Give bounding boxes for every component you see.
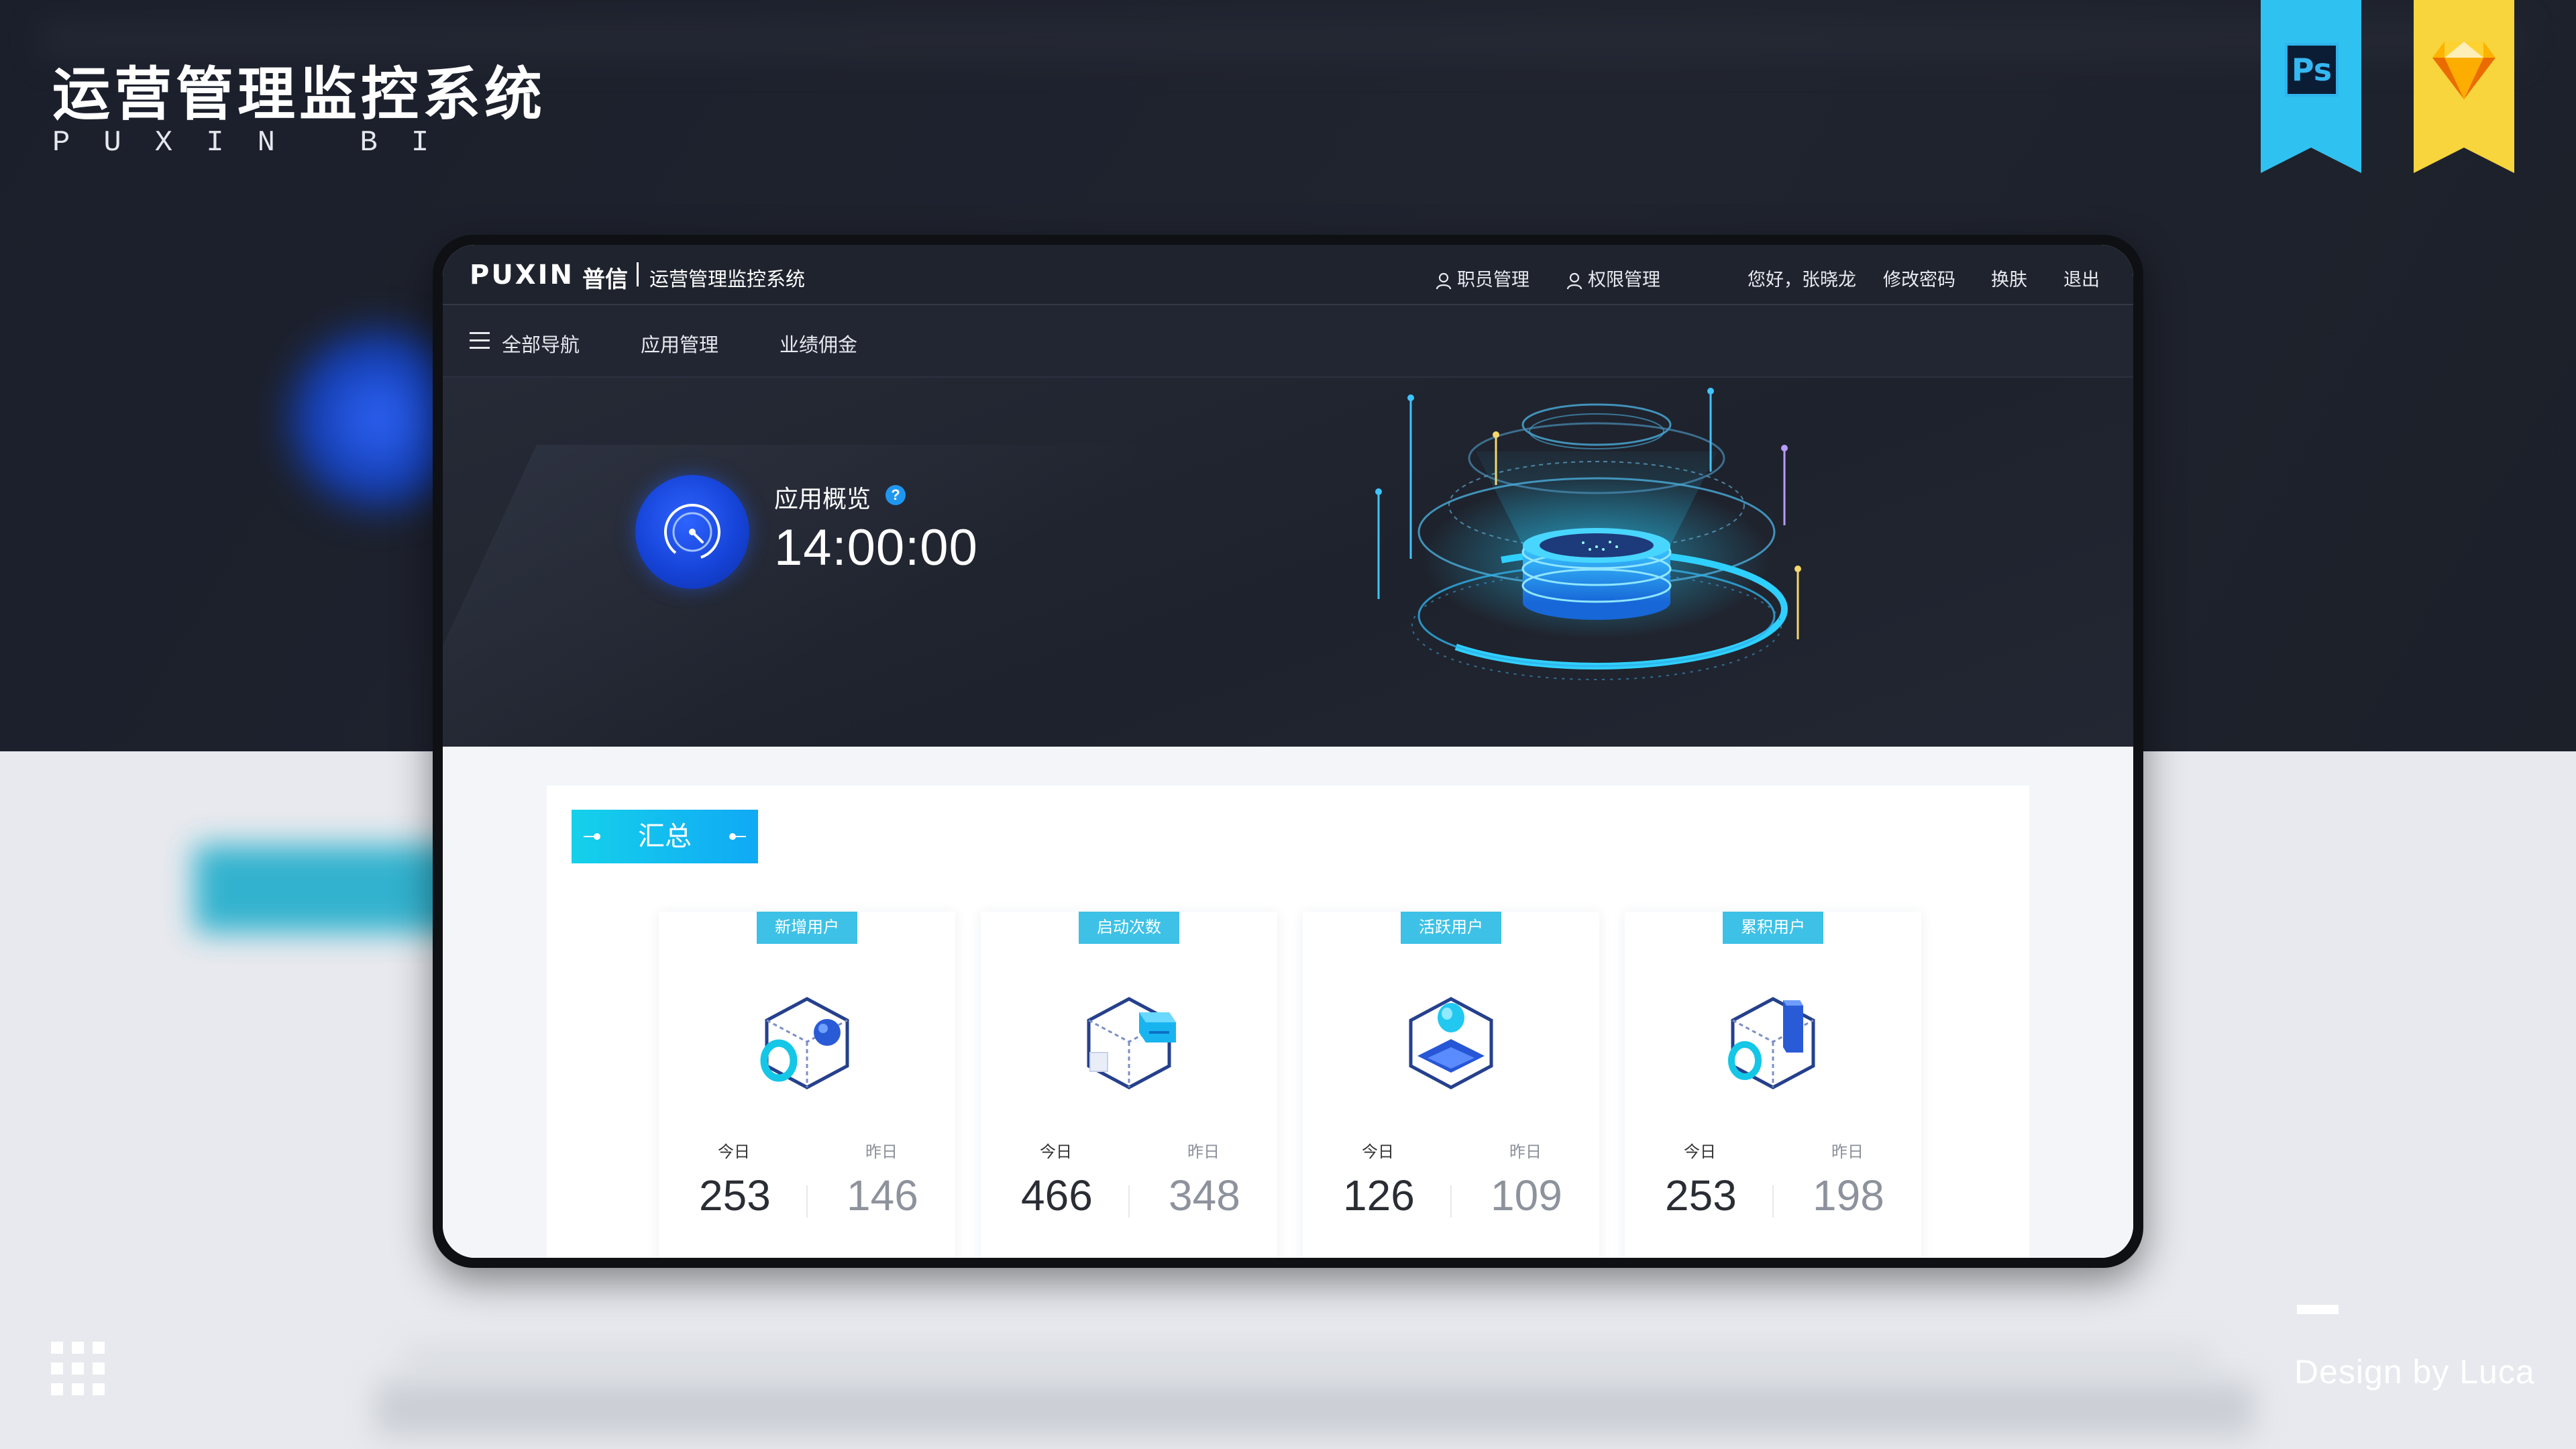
card-title: 活跃用户 [1401, 912, 1501, 944]
photoshop-icon: Ps [2285, 43, 2339, 97]
gauge-icon [664, 504, 720, 560]
yesterday-label: 昨日 [1509, 1143, 1542, 1161]
sketch-ribbon [2414, 0, 2514, 173]
logo-divider [637, 262, 639, 286]
summary-tab[interactable]: 汇总 [572, 810, 758, 863]
main-nav: 全部导航 应用管理 业绩佣金 [443, 305, 2133, 378]
user-greeting: 您好，张晓龙 [1748, 270, 1856, 290]
user-icon [1436, 272, 1452, 290]
today-value: 253 [1665, 1171, 1737, 1220]
overview-clock: 14:00:00 [774, 519, 978, 576]
system-name: 运营管理监控系统 [649, 269, 806, 290]
card-title: 新增用户 [757, 912, 857, 944]
value-divider [1128, 1185, 1130, 1218]
stat-card-launches[interactable]: 启动次数 今日 昨日 466 348 [981, 912, 1277, 1258]
stat-card-total-users[interactable]: 累积用户 今日 昨日 253 198 [1625, 912, 1921, 1258]
nav-commission[interactable]: 业绩佣金 [780, 329, 857, 358]
puxin-logo-cn: 普信 [582, 267, 628, 292]
staff-management-label: 职员管理 [1457, 270, 1529, 290]
permission-management-label: 权限管理 [1588, 270, 1660, 290]
photoshop-ribbon: Ps [2261, 0, 2361, 173]
staff-management-link[interactable]: 职员管理 [1436, 265, 1529, 291]
overview-hero: 应用概览 ? 14:00:00 [443, 378, 2133, 747]
showcase-subtitle: PUXIN BI [52, 126, 463, 160]
app-header: PUXIN 普信 运营管理监控系统 职员管理 权限管理 您好，张晓龙 修改密码 … [443, 245, 2133, 305]
tablet-frame: PUXIN 普信 运营管理监控系统 职员管理 权限管理 您好，张晓龙 修改密码 … [433, 235, 2143, 1268]
today-label: 今日 [1040, 1143, 1072, 1161]
card-title: 累积用户 [1723, 912, 1823, 944]
data-tower-illustration [1375, 388, 1801, 680]
overview-title: 应用概览 [774, 485, 871, 513]
yesterday-value: 198 [1813, 1171, 1884, 1220]
database-stack [1521, 528, 1672, 620]
today-value: 253 [699, 1171, 771, 1220]
today-label: 今日 [718, 1143, 750, 1161]
user-icon [1566, 272, 1582, 290]
yesterday-label: 昨日 [1187, 1143, 1220, 1161]
today-label: 今日 [1684, 1143, 1716, 1161]
showcase-title: 运营管理监控系统 [52, 61, 546, 128]
summary-panel: 汇总 新增用户 今日 昨日 253 146 启动次数 今日 昨日 466 348… [547, 786, 2029, 1258]
total-users-icon [1728, 997, 1815, 1089]
logout-link[interactable]: 退出 [2063, 265, 2100, 291]
backdrop-numbers-blur [376, 1382, 2254, 1436]
stat-card-active-users[interactable]: 活跃用户 今日 昨日 126 109 [1303, 912, 1599, 1258]
launch-count-icon [1087, 997, 1176, 1089]
arrow-left-icon [729, 833, 746, 840]
grid-menu-icon[interactable] [51, 1342, 105, 1395]
value-divider [1772, 1185, 1774, 1218]
nav-app-management[interactable]: 应用管理 [641, 329, 718, 358]
help-icon[interactable]: ? [885, 485, 906, 505]
stat-card-new-users[interactable]: 新增用户 今日 昨日 253 146 [659, 912, 955, 1258]
backdrop-labels-blur [402, 1348, 2214, 1368]
yesterday-value: 146 [847, 1171, 918, 1220]
yesterday-value: 348 [1169, 1171, 1240, 1220]
yesterday-label: 昨日 [865, 1143, 898, 1161]
app-screen: PUXIN 普信 运营管理监控系统 职员管理 权限管理 您好，张晓龙 修改密码 … [443, 245, 2133, 1258]
puxin-logo[interactable]: PUXIN [470, 260, 574, 290]
yesterday-label: 昨日 [1831, 1143, 1864, 1161]
today-value: 466 [1021, 1171, 1093, 1220]
today-value: 126 [1343, 1171, 1415, 1220]
change-skin-link[interactable]: 换肤 [1991, 265, 2027, 291]
change-password-link[interactable]: 修改密码 [1883, 265, 1955, 291]
menu-icon[interactable] [470, 332, 490, 350]
active-users-icon [1409, 997, 1493, 1089]
yesterday-value: 109 [1491, 1171, 1562, 1220]
credit-dash [2297, 1305, 2339, 1314]
value-divider [1450, 1185, 1452, 1218]
summary-section: 汇总 新增用户 今日 昨日 253 146 启动次数 今日 昨日 466 348… [443, 747, 2133, 1258]
today-label: 今日 [1362, 1143, 1394, 1161]
gauge-badge [635, 475, 749, 589]
nav-all[interactable]: 全部导航 [502, 329, 580, 358]
card-title: 启动次数 [1079, 912, 1179, 944]
new-users-icon [760, 997, 849, 1089]
permission-management-link[interactable]: 权限管理 [1566, 265, 1660, 291]
value-divider [806, 1185, 808, 1218]
design-credit: Design by Luca [2294, 1353, 2535, 1391]
